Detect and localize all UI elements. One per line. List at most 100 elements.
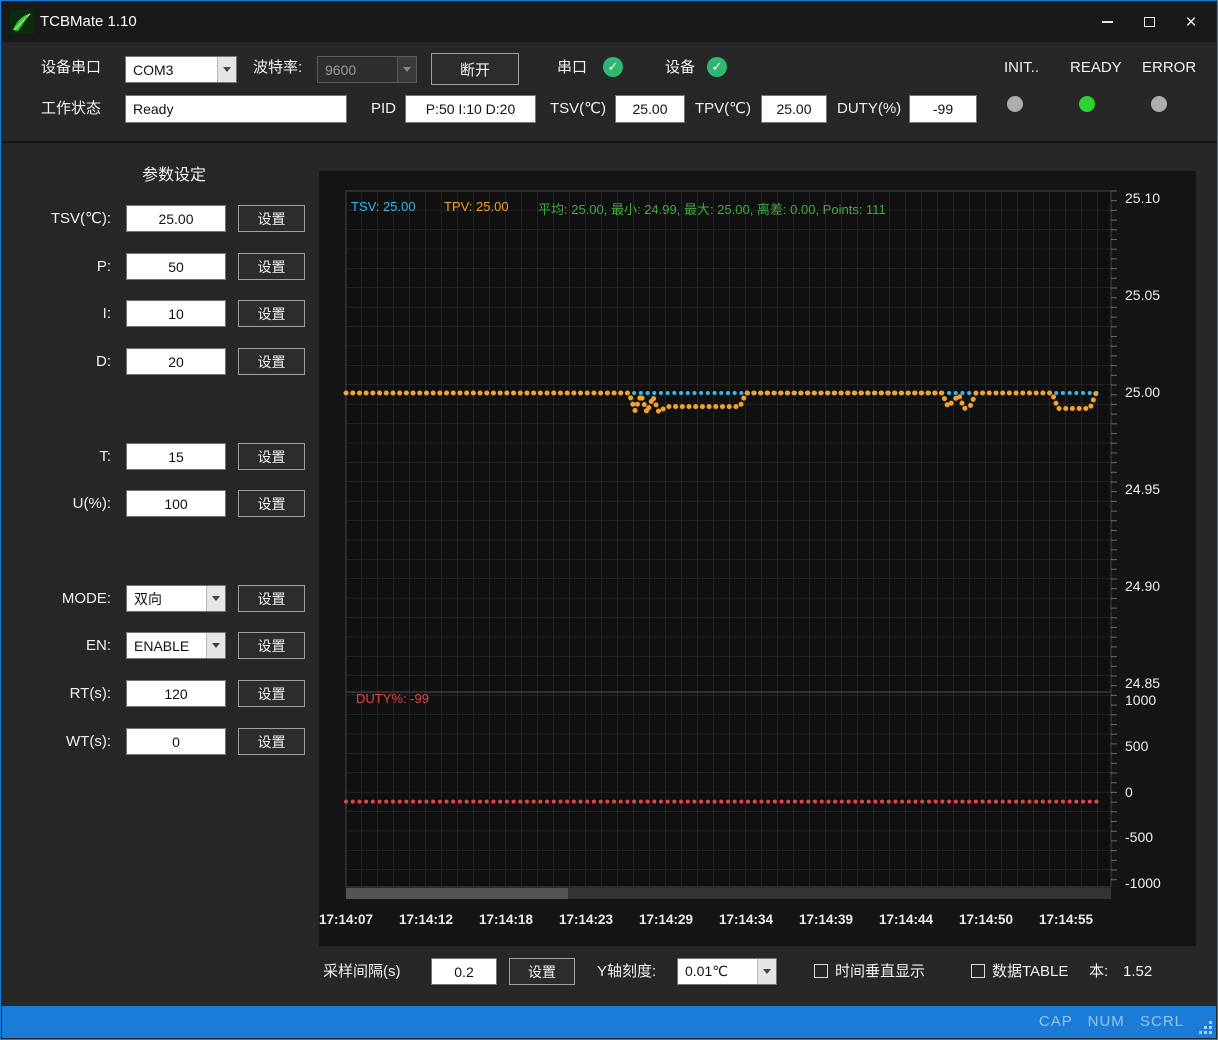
param-row-rt: RT(s): 设置	[1, 680, 319, 707]
param-t-input[interactable]	[126, 443, 226, 470]
maximize-button[interactable]	[1128, 5, 1170, 39]
duty-axis-tick: 1000	[1125, 692, 1195, 708]
param-p-input[interactable]	[126, 253, 226, 280]
time-axis-tick: 17:14:34	[704, 912, 788, 927]
time-axis-tick: 17:14:18	[464, 912, 548, 927]
param-t-set-button[interactable]: 设置	[238, 443, 305, 470]
param-mode-set-button[interactable]: 设置	[238, 585, 305, 612]
tsv-header-field[interactable]	[615, 95, 685, 123]
window-controls: ×	[1086, 2, 1212, 42]
sample-interval-input[interactable]	[431, 958, 497, 985]
duty-header-field[interactable]	[909, 95, 977, 123]
sample-interval-label: 采样间隔(s)	[323, 957, 401, 987]
legend-tpv: TPV: 25.00	[444, 199, 509, 214]
device-ok-check-icon: ✓	[707, 57, 727, 77]
param-row-p: P: 设置	[1, 253, 319, 280]
param-mode-label: MODE:	[0, 585, 111, 612]
time-axis-tick: 17:14:55	[1024, 912, 1108, 927]
param-u-set-button[interactable]: 设置	[238, 490, 305, 517]
param-row-tsv: TSV(℃): 设置	[1, 205, 319, 232]
init-label: INIT..	[1004, 53, 1039, 83]
temp-axis-tick: 24.90	[1125, 578, 1195, 594]
maximize-icon	[1144, 17, 1155, 27]
device-port-label: 设备串口	[41, 53, 101, 83]
param-p-set-button[interactable]: 设置	[238, 253, 305, 280]
time-axis-tick: 17:14:39	[784, 912, 868, 927]
time-vertical-checkbox[interactable]	[814, 964, 828, 978]
cap-lock-indicator: CAP	[1039, 1013, 1073, 1030]
close-button[interactable]: ×	[1170, 5, 1212, 39]
ready-label: READY	[1070, 53, 1122, 83]
com-port-select[interactable]: COM3	[125, 56, 237, 83]
legend-tsv: TSV: 25.00	[351, 199, 416, 214]
param-row-u: U(%): 设置	[1, 490, 319, 517]
chevron-down-icon	[206, 586, 225, 611]
time-axis-tick: 17:14:12	[384, 912, 468, 927]
param-tsv-label: TSV(℃):	[0, 205, 111, 232]
param-p-label: P:	[0, 253, 111, 280]
param-u-input[interactable]	[126, 490, 226, 517]
titlebar: TCBMate 1.10 ×	[2, 2, 1216, 42]
app-window: TCBMate 1.10 × 设备串口 COM3 波特率: 9600 断开 串口…	[0, 0, 1218, 1040]
tsv-header-label: TSV(℃)	[550, 94, 606, 124]
temp-axis-tick: 25.10	[1125, 190, 1195, 206]
baud-rate-value: 9600	[318, 62, 397, 78]
param-tsv-set-button[interactable]: 设置	[238, 205, 305, 232]
param-row-t: T:设置	[1, 443, 319, 470]
serial-ok-check-icon: ✓	[603, 57, 623, 77]
param-i-label: I:	[0, 300, 111, 327]
resize-grip-icon[interactable]	[1209, 1031, 1212, 1034]
chart-canvas	[319, 171, 1196, 946]
legend-duty: DUTY%: -99	[356, 691, 429, 706]
disconnect-button[interactable]: 断开	[431, 53, 519, 85]
param-en-select[interactable]: ENABLE	[126, 632, 226, 659]
param-u-label: U(%):	[0, 490, 111, 517]
chevron-down-icon	[206, 633, 225, 658]
chart-hscrollbar-thumb[interactable]	[346, 888, 568, 899]
param-wt-set-button[interactable]: 设置	[238, 728, 305, 755]
duty-axis-tick: 0	[1125, 784, 1195, 800]
statusbar-keys: CAP NUM SCRL	[1029, 1006, 1184, 1038]
param-rt-label: RT(s):	[0, 680, 111, 707]
param-rt-input[interactable]	[126, 680, 226, 707]
param-wt-label: WT(s):	[0, 728, 111, 755]
param-mode-select[interactable]: 双向	[126, 585, 226, 612]
chart-hscrollbar[interactable]	[346, 888, 1111, 899]
params-panel-title: 参数设定	[119, 161, 229, 185]
pid-field[interactable]	[405, 95, 536, 123]
close-icon: ×	[1185, 13, 1196, 32]
time-axis-tick: 17:14:29	[624, 912, 708, 927]
chevron-down-icon	[757, 959, 776, 984]
param-tsv-input[interactable]	[126, 205, 226, 232]
error-label: ERROR	[1142, 53, 1196, 83]
param-mode-value: 双向	[127, 589, 206, 609]
trend-chart: TSV: 25.00 TPV: 25.00 平均: 25.00, 最小: 24.…	[319, 171, 1196, 946]
param-rt-set-button[interactable]: 设置	[238, 680, 305, 707]
indicator-init	[1007, 96, 1023, 112]
duty-axis-tick: -500	[1125, 829, 1195, 845]
tpv-header-field[interactable]	[761, 95, 827, 123]
param-i-set-button[interactable]: 设置	[238, 300, 305, 327]
sample-interval-set-button[interactable]: 设置	[509, 958, 575, 985]
param-row-en: EN:ENABLE设置	[1, 632, 319, 659]
param-wt-input[interactable]	[126, 728, 226, 755]
pid-label: PID	[371, 94, 396, 124]
param-d-input[interactable]	[126, 348, 226, 375]
data-table-checkbox[interactable]	[971, 964, 985, 978]
param-row-i: I: 设置	[1, 300, 319, 327]
duty-axis-tick: -1000	[1125, 875, 1195, 891]
y-scale-label: Y轴刻度:	[597, 957, 656, 987]
statusbar: CAP NUM SCRL	[2, 1006, 1216, 1038]
param-d-set-button[interactable]: 设置	[238, 348, 305, 375]
window-title: TCBMate 1.10	[40, 2, 137, 42]
work-status-field[interactable]	[125, 95, 347, 123]
y-scale-select[interactable]: 0.01℃	[677, 958, 777, 985]
param-en-set-button[interactable]: 设置	[238, 632, 305, 659]
param-i-input[interactable]	[126, 300, 226, 327]
temp-axis-tick: 24.85	[1125, 675, 1195, 691]
num-lock-indicator: NUM	[1088, 1013, 1125, 1030]
device-label: 设备	[665, 53, 695, 83]
minimize-button[interactable]	[1086, 5, 1128, 39]
scroll-lock-indicator: SCRL	[1140, 1013, 1184, 1030]
com-port-value: COM3	[126, 62, 217, 78]
